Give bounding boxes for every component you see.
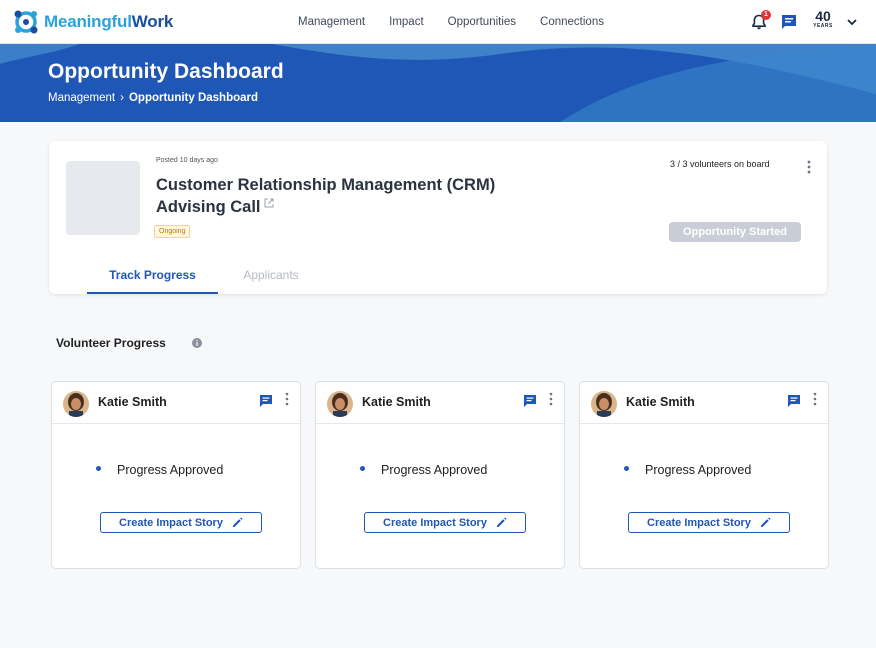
status-badge: Ongoing — [154, 225, 191, 238]
opportunity-title-text: Customer Relationship Management (CRM) A… — [156, 176, 496, 216]
volunteer-card: Katie Smith Progress Approved Create Imp… — [315, 381, 565, 569]
chat-icon[interactable] — [523, 394, 537, 408]
create-impact-story-button[interactable]: Create Impact Story — [364, 512, 526, 533]
nav-link-impact[interactable]: Impact — [389, 16, 424, 28]
opportunity-title: Customer Relationship Management (CRM) A… — [156, 174, 566, 218]
volunteer-card-header: Katie Smith — [316, 382, 564, 424]
opportunity-started-button[interactable]: Opportunity Started — [669, 222, 801, 242]
volunteer-card-header: Katie Smith — [52, 382, 300, 424]
notifications-button[interactable]: 1 — [750, 10, 771, 31]
volunteer-name: Katie Smith — [362, 395, 431, 409]
opportunity-card: Posted 10 days ago Customer Relationship… — [49, 141, 827, 294]
top-navigation: MeaningfulWork Management Impact Opportu… — [0, 0, 876, 44]
chat-icon[interactable] — [780, 13, 798, 31]
brand-name-part1: Meaningful — [44, 12, 132, 31]
anniversary-avatar[interactable]: 40 YEARS — [810, 9, 836, 35]
breadcrumb-root[interactable]: Management — [48, 92, 115, 104]
progress-status: Progress Approved — [645, 463, 752, 477]
progress-status: Progress Approved — [381, 463, 488, 477]
brand-name: MeaningfulWork — [44, 12, 173, 32]
status-bullet — [96, 466, 101, 471]
nav-actions: 1 40 YEARS — [750, 0, 858, 44]
progress-status: Progress Approved — [117, 463, 224, 477]
logo-icon — [14, 10, 38, 34]
create-impact-story-label: Create Impact Story — [383, 516, 487, 529]
breadcrumb-current: Opportunity Dashboard — [128, 92, 259, 104]
volunteer-count: 3 / 3 volunteers on board — [670, 159, 770, 169]
kebab-menu-icon[interactable] — [548, 392, 554, 406]
opportunity-tabs: Track Progress Applicants — [87, 259, 324, 294]
tab-track-progress[interactable]: Track Progress — [87, 259, 218, 294]
status-bullet — [360, 466, 365, 471]
avatar[interactable] — [591, 391, 617, 417]
nav-link-connections[interactable]: Connections — [540, 16, 604, 28]
hero-banner: Opportunity Dashboard Management › Oppor… — [0, 44, 876, 122]
create-impact-story-label: Create Impact Story — [119, 516, 223, 529]
brand-name-part2: Work — [131, 12, 174, 31]
pencil-icon — [496, 517, 507, 527]
create-impact-story-button[interactable]: Create Impact Story — [628, 512, 790, 533]
posted-date: Posted 10 days ago — [156, 157, 218, 164]
avatar[interactable] — [327, 391, 353, 417]
kebab-menu-icon[interactable] — [805, 160, 813, 174]
years-number: 40 — [815, 8, 831, 24]
pencil-icon — [232, 517, 243, 527]
chevron-down-icon[interactable] — [846, 16, 858, 28]
pencil-icon — [760, 517, 771, 527]
years-label: YEARS — [813, 23, 833, 29]
breadcrumb-separator: › — [120, 92, 124, 104]
volunteer-name: Katie Smith — [98, 395, 167, 409]
status-bullet — [624, 466, 629, 471]
breadcrumb: Management › Opportunity Dashboard — [48, 92, 258, 104]
volunteer-card: Katie Smith Progress Approved Create Imp… — [51, 381, 301, 569]
notification-count-badge: 1 — [761, 10, 771, 20]
avatar[interactable] — [63, 391, 89, 417]
tab-applicants[interactable]: Applicants — [218, 259, 324, 294]
info-icon[interactable] — [192, 338, 202, 348]
chat-icon[interactable] — [787, 394, 801, 408]
chat-icon[interactable] — [259, 394, 273, 408]
volunteer-card: Katie Smith Progress Approved Create Imp… — [579, 381, 829, 569]
brand-logo[interactable]: MeaningfulWork — [12, 8, 173, 36]
volunteer-card-header: Katie Smith — [580, 382, 828, 424]
opportunity-image — [66, 161, 140, 235]
create-impact-story-label: Create Impact Story — [647, 516, 751, 529]
volunteer-name: Katie Smith — [626, 395, 695, 409]
section-heading: Volunteer Progress — [56, 336, 166, 350]
kebab-menu-icon[interactable] — [812, 392, 818, 406]
create-impact-story-button[interactable]: Create Impact Story — [100, 512, 262, 533]
nav-link-opportunities[interactable]: Opportunities — [448, 16, 516, 28]
page-title: Opportunity Dashboard — [48, 60, 284, 83]
nav-link-management[interactable]: Management — [298, 16, 365, 28]
kebab-menu-icon[interactable] — [284, 392, 290, 406]
main-nav: Management Impact Opportunities Connecti… — [298, 0, 628, 44]
external-link-icon[interactable] — [264, 198, 274, 208]
